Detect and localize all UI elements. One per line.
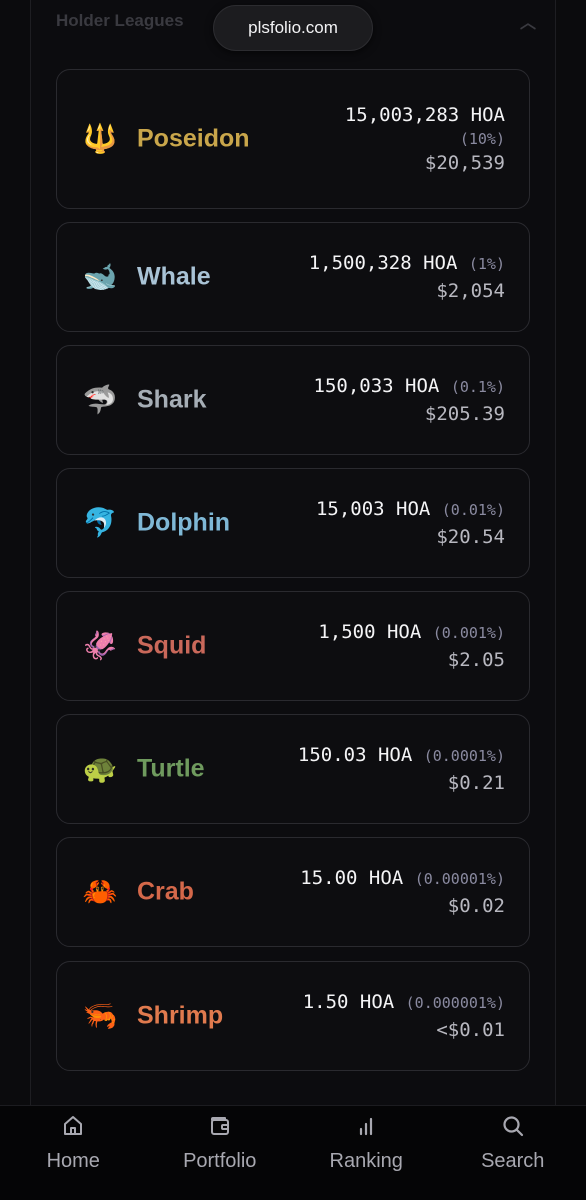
league-card-whale[interactable]: 🐋 Whale 1,500,328 HOA (1%) $2,054	[56, 222, 530, 332]
bar-chart-icon	[354, 1112, 378, 1140]
league-name: Turtle	[137, 754, 205, 783]
crab-icon: 🦀	[82, 876, 118, 907]
league-percent: (0.0001%)	[423, 747, 505, 765]
league-percent: (0.00001%)	[414, 870, 505, 888]
league-card-shrimp[interactable]: 🦐 Shrimp 1.50 HOA (0.000001%) <$0.01	[56, 961, 530, 1071]
chevron-up-icon[interactable]: ︿	[520, 9, 536, 33]
league-amount: 150.03 HOA	[297, 744, 413, 766]
nav-ranking-label: Ranking	[329, 1150, 403, 1172]
league-usd: $0.02	[447, 895, 505, 917]
league-name: Squid	[137, 631, 207, 660]
league-percent: (0.01%)	[441, 501, 505, 519]
league-card-shark[interactable]: 🦈 Shark 150,033 HOA (0.1%) $205.39	[56, 345, 530, 455]
whale-icon: 🐋	[82, 261, 118, 292]
league-percent: (0.001%)	[432, 624, 505, 642]
league-percent: (10%)	[459, 130, 505, 148]
nav-search[interactable]: Search	[440, 1112, 586, 1173]
league-usd: $2.05	[447, 649, 505, 671]
section-title: Holder Leagues	[56, 11, 184, 30]
nav-search-label: Search	[481, 1150, 545, 1172]
league-usd: $20.54	[436, 526, 505, 548]
league-name: Shrimp	[137, 1001, 224, 1030]
league-amount: 1,500 HOA	[318, 621, 422, 643]
wallet-icon	[208, 1112, 232, 1140]
league-card-crab[interactable]: 🦀 Crab 15.00 HOA (0.00001%) $0.02	[56, 837, 530, 947]
league-percent: (1%)	[468, 255, 505, 273]
league-card-dolphin[interactable]: 🐬 Dolphin 15,003 HOA (0.01%) $20.54	[56, 468, 530, 578]
search-icon	[501, 1112, 525, 1140]
league-usd: <$0.01	[436, 1019, 505, 1041]
nav-home-label: Home	[46, 1150, 100, 1172]
league-amount: 15,003 HOA	[315, 498, 431, 520]
league-amount: 15.00 HOA	[300, 867, 404, 889]
trident-icon: 🔱	[82, 123, 118, 154]
league-usd: $20,539	[424, 152, 505, 174]
squid-icon: 🦑	[82, 630, 118, 661]
turtle-icon: 🐢	[82, 753, 118, 784]
league-name: Poseidon	[137, 124, 250, 153]
league-name: Dolphin	[137, 508, 231, 537]
league-amount: 1,500,328 HOA	[308, 252, 458, 274]
league-amount: 150,033 HOA	[313, 375, 440, 397]
league-card-turtle[interactable]: 🐢 Turtle 150.03 HOA (0.0001%) $0.21	[56, 714, 530, 824]
league-percent: (0.000001%)	[405, 994, 505, 1012]
nav-home[interactable]: Home	[0, 1112, 146, 1173]
url-bar[interactable]: plsfolio.com	[213, 5, 373, 51]
league-usd: $205.39	[424, 403, 505, 425]
shark-icon: 🦈	[82, 384, 118, 415]
nav-portfolio-label: Portfolio	[183, 1150, 257, 1172]
league-card-squid[interactable]: 🦑 Squid 1,500 HOA (0.001%) $2.05	[56, 591, 530, 701]
url-text: plsfolio.com	[248, 18, 338, 37]
league-usd: $0.21	[447, 772, 505, 794]
bottom-nav: Home Portfolio Ranking Search	[0, 1105, 586, 1200]
league-name: Shark	[137, 385, 207, 414]
home-icon	[61, 1112, 85, 1140]
league-amount: 1.50 HOA	[302, 991, 395, 1013]
league-amount: 15,003,283 HOA	[344, 104, 505, 126]
league-name: Crab	[137, 877, 194, 906]
nav-ranking[interactable]: Ranking	[293, 1112, 439, 1173]
league-percent: (0.1%)	[450, 378, 505, 396]
dolphin-icon: 🐬	[82, 507, 118, 538]
shrimp-icon: 🦐	[82, 1000, 118, 1031]
league-card-poseidon[interactable]: 🔱 Poseidon 15,003,283 HOA (10%) $20,539	[56, 69, 530, 209]
league-name: Whale	[137, 262, 211, 291]
nav-portfolio[interactable]: Portfolio	[147, 1112, 293, 1173]
league-usd: $2,054	[436, 280, 505, 302]
page: Holder Leagues ︿ plsfolio.com 🔱 Poseidon…	[0, 0, 586, 1200]
